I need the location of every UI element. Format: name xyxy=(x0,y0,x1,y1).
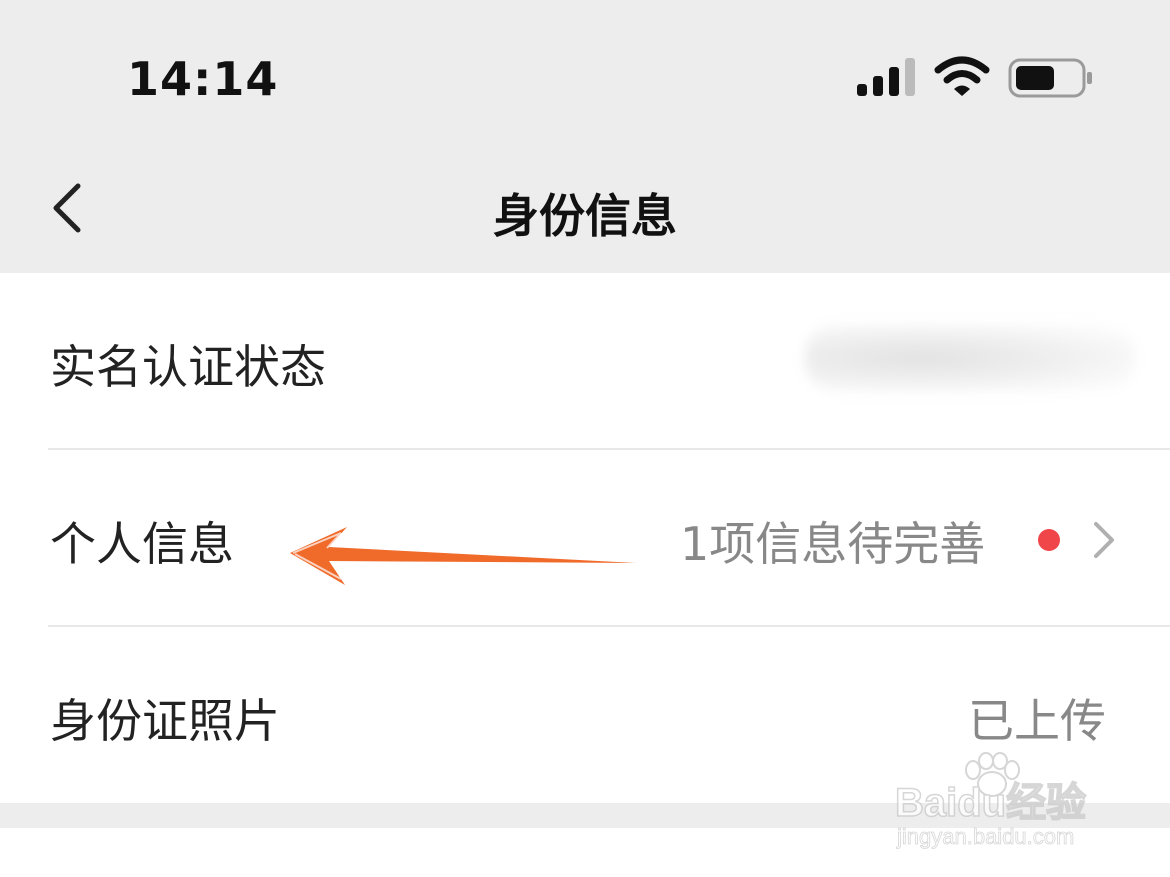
watermark-brand: Baidu经验 xyxy=(894,780,1087,826)
status-bar: 14:14 xyxy=(0,0,1170,140)
row-real-name-status[interactable]: 实名认证状态 xyxy=(0,273,1170,449)
blurred-status-value xyxy=(805,325,1135,391)
battery-icon xyxy=(1008,58,1092,98)
signal-icon xyxy=(857,58,915,96)
baidu-watermark: Baidu经验 jingyan.baidu.com xyxy=(894,752,1125,862)
row-label: 个人信息 xyxy=(50,517,234,571)
row-label: 实名认证状态 xyxy=(50,340,326,394)
arrow-annotation-icon xyxy=(290,527,637,585)
row-label: 身份证照片 xyxy=(50,694,280,748)
pending-info-text: 1项信息待完善 xyxy=(680,517,986,571)
chevron-right-icon xyxy=(1094,522,1114,558)
page-title: 身份信息 xyxy=(493,189,677,243)
uploaded-status-text: 已上传 xyxy=(968,694,1106,748)
nav-bar: 身份信息 xyxy=(0,140,1170,273)
wifi-icon xyxy=(934,56,990,96)
watermark-url: jingyan.baidu.com xyxy=(897,824,1075,850)
status-time: 14:14 xyxy=(127,52,279,106)
red-dot-badge xyxy=(1038,529,1060,551)
